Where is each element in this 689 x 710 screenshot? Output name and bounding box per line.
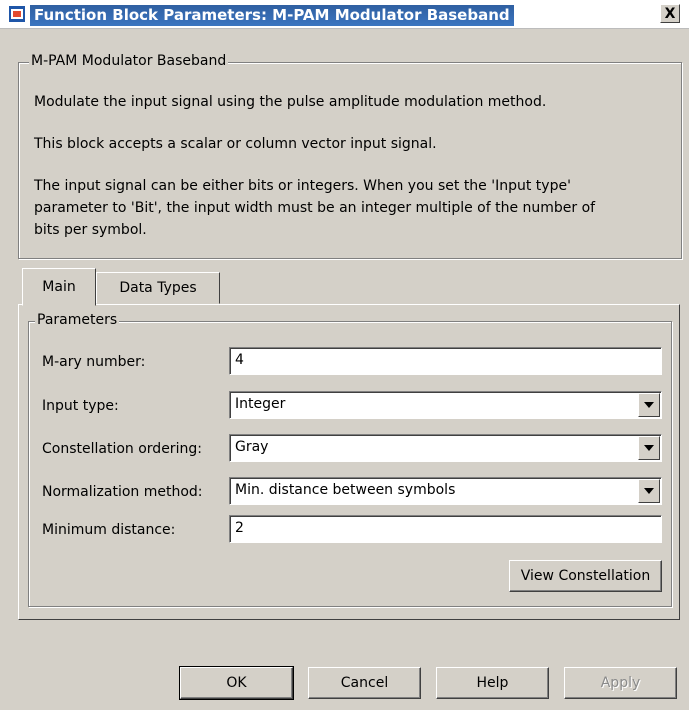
apply-button[interactable]: Apply: [564, 667, 677, 699]
description-line: bits per symbol.: [34, 222, 147, 238]
tab-main-label: Main: [42, 279, 76, 295]
input-type-label: Input type:: [42, 398, 119, 414]
input-type-value: Integer: [235, 396, 286, 412]
minimum-distance-label: Minimum distance:: [42, 522, 176, 538]
description-line: parameter to 'Bit', the input width must…: [34, 200, 596, 216]
parameters-legend: Parameters: [35, 312, 120, 328]
ok-button[interactable]: OK: [179, 666, 294, 700]
view-constellation-button[interactable]: View Constellation: [509, 560, 662, 592]
chevron-down-icon[interactable]: [638, 393, 660, 417]
normalization-method-value: Min. distance between symbols: [235, 482, 456, 498]
normalization-method-label: Normalization method:: [42, 484, 203, 500]
chevron-down-icon[interactable]: [638, 436, 660, 460]
cancel-label: Cancel: [340, 675, 389, 691]
normalization-method-select[interactable]: Min. distance between symbols: [229, 477, 662, 505]
chevron-down-icon[interactable]: [638, 479, 660, 503]
title-bar[interactable]: Function Block Parameters: M-PAM Modulat…: [0, 0, 689, 29]
minimum-distance-value: 2: [235, 520, 244, 536]
tab-data-types[interactable]: Data Types: [96, 272, 220, 304]
help-button[interactable]: Help: [436, 667, 549, 699]
block-description-group: M-PAM Modulator Baseband Modulate the in…: [18, 53, 682, 259]
input-type-select[interactable]: Integer: [229, 391, 662, 419]
description-line: This block accepts a scalar or column ve…: [34, 136, 437, 152]
simulink-block-icon: [9, 6, 25, 22]
description-line: The input signal can be either bits or i…: [34, 178, 571, 194]
ok-label: OK: [226, 675, 247, 691]
mary-number-input[interactable]: 4: [229, 347, 662, 375]
tab-main[interactable]: Main: [22, 268, 96, 306]
constellation-ordering-select[interactable]: Gray: [229, 434, 662, 462]
minimum-distance-input[interactable]: 2: [229, 515, 662, 543]
tab-data-types-label: Data Types: [119, 280, 197, 296]
constellation-ordering-value: Gray: [235, 439, 269, 455]
view-constellation-label: View Constellation: [520, 568, 651, 584]
window-title: Function Block Parameters: M-PAM Modulat…: [30, 5, 514, 26]
help-label: Help: [476, 675, 509, 691]
mary-number-value: 4: [235, 352, 244, 368]
close-button[interactable]: X: [660, 4, 680, 23]
apply-label: Apply: [600, 675, 641, 691]
constellation-ordering-label: Constellation ordering:: [42, 441, 202, 457]
block-name: M-PAM Modulator Baseband: [29, 53, 229, 69]
cancel-button[interactable]: Cancel: [308, 667, 421, 699]
close-icon: X: [664, 5, 676, 22]
mary-number-label: M-ary number:: [42, 354, 146, 370]
description-line: Modulate the input signal using the puls…: [34, 94, 547, 110]
dialog-window: Function Block Parameters: M-PAM Modulat…: [0, 0, 689, 710]
